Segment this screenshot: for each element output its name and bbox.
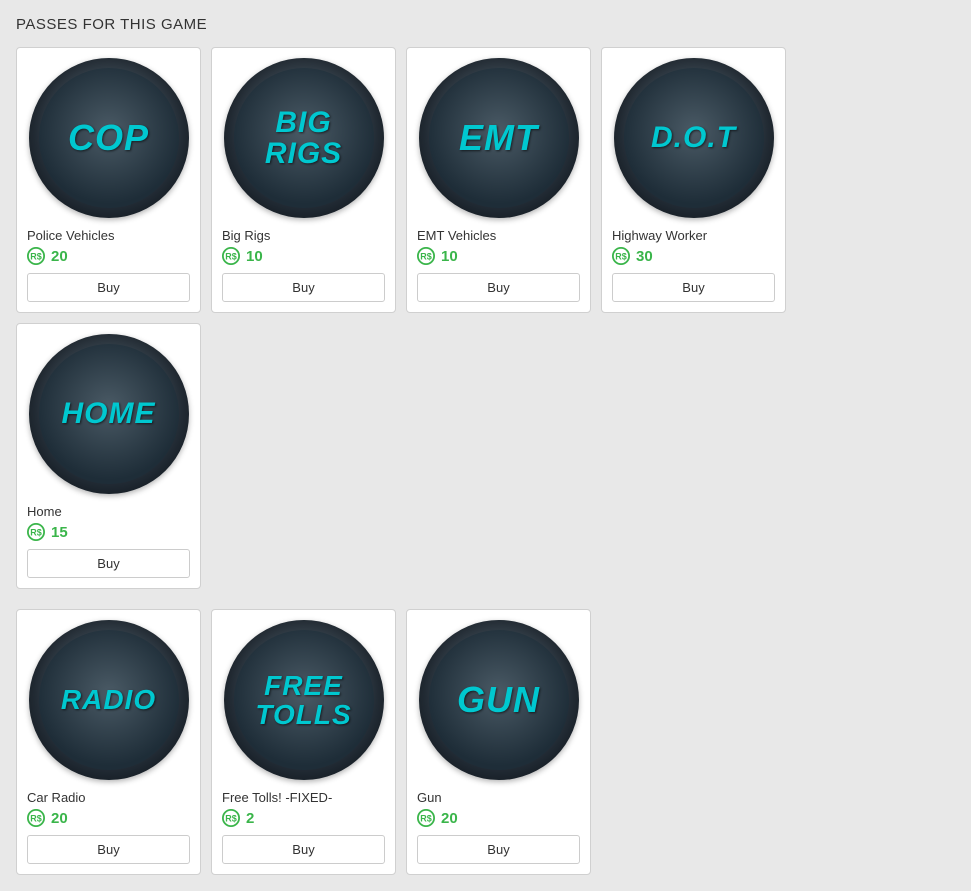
svg-text:R$: R$ <box>30 814 42 824</box>
buy-button-big-rigs[interactable]: Buy <box>222 273 385 302</box>
svg-text:R$: R$ <box>30 252 42 262</box>
svg-text:R$: R$ <box>420 814 432 824</box>
pass-icon-home: HOME <box>29 334 189 494</box>
pass-icon-free-tolls: FREE TOLLS <box>224 620 384 780</box>
buy-button-dot[interactable]: Buy <box>612 273 775 302</box>
pass-price-gun: 20 <box>441 810 458 827</box>
pass-price-cop: 20 <box>51 248 68 265</box>
pass-icon-label-big-rigs: BIG RIGS <box>234 107 374 170</box>
svg-text:R$: R$ <box>420 252 432 262</box>
pass-price-row-emt: R$ 10 <box>417 247 458 265</box>
pass-icon-emt: EMT <box>419 58 579 218</box>
robux-icon: R$ <box>417 809 435 827</box>
buy-button-home[interactable]: Buy <box>27 549 190 578</box>
buy-button-gun[interactable]: Buy <box>417 835 580 864</box>
pass-icon-gun: GUN <box>419 620 579 780</box>
pass-icon-car-radio: RADIO <box>29 620 189 780</box>
pass-price-home: 15 <box>51 524 68 541</box>
pass-name-emt: EMT Vehicles <box>417 228 496 243</box>
pass-name-cop: Police Vehicles <box>27 228 114 243</box>
robux-icon: R$ <box>612 247 630 265</box>
pass-price-free-tolls: 2 <box>246 810 254 827</box>
pass-card-car-radio: RADIO Car Radio R$ 20 Buy <box>16 609 201 875</box>
robux-icon: R$ <box>27 523 45 541</box>
pass-price-row-car-radio: R$ 20 <box>27 809 68 827</box>
pass-icon-label-free-tolls: FREE TOLLS <box>234 671 374 730</box>
pass-price-row-big-rigs: R$ 10 <box>222 247 263 265</box>
pass-card-emt: EMT EMT Vehicles R$ 10 Buy <box>406 47 591 313</box>
buy-button-emt[interactable]: Buy <box>417 273 580 302</box>
pass-icon-big-rigs: BIG RIGS <box>224 58 384 218</box>
pass-icon-label-cop: COP <box>68 119 149 157</box>
pass-price-row-dot: R$ 30 <box>612 247 653 265</box>
pass-card-cop: COP Police Vehicles R$ 20 Buy <box>16 47 201 313</box>
pass-price-row-free-tolls: R$ 2 <box>222 809 254 827</box>
pass-price-big-rigs: 10 <box>246 248 263 265</box>
pass-icon-label-dot: D.O.T <box>651 122 736 154</box>
pass-icon-label-emt: EMT <box>459 119 538 157</box>
passes-grid: COP Police Vehicles R$ 20 Buy BIG RIGS Big R… <box>16 47 955 875</box>
svg-text:R$: R$ <box>225 252 237 262</box>
buy-button-free-tolls[interactable]: Buy <box>222 835 385 864</box>
buy-button-car-radio[interactable]: Buy <box>27 835 190 864</box>
pass-icon-dot: D.O.T <box>614 58 774 218</box>
robux-icon: R$ <box>27 809 45 827</box>
robux-icon: R$ <box>27 247 45 265</box>
pass-name-car-radio: Car Radio <box>27 790 86 805</box>
svg-text:R$: R$ <box>30 528 42 538</box>
pass-icon-label-home: HOME <box>62 398 156 430</box>
robux-icon: R$ <box>222 809 240 827</box>
svg-text:R$: R$ <box>225 814 237 824</box>
pass-price-row-cop: R$ 20 <box>27 247 68 265</box>
pass-price-car-radio: 20 <box>51 810 68 827</box>
robux-icon: R$ <box>222 247 240 265</box>
pass-price-dot: 30 <box>636 248 653 265</box>
pass-icon-cop: COP <box>29 58 189 218</box>
robux-icon: R$ <box>417 247 435 265</box>
pass-icon-label-car-radio: RADIO <box>61 685 156 714</box>
page-title: PASSES FOR THIS GAME <box>16 16 955 33</box>
pass-name-home: Home <box>27 504 62 519</box>
pass-card-gun: GUN Gun R$ 20 Buy <box>406 609 591 875</box>
pass-price-emt: 10 <box>441 248 458 265</box>
pass-card-home: HOME Home R$ 15 Buy <box>16 323 201 589</box>
pass-icon-label-gun: GUN <box>457 681 540 719</box>
buy-button-cop[interactable]: Buy <box>27 273 190 302</box>
pass-name-dot: Highway Worker <box>612 228 707 243</box>
svg-text:R$: R$ <box>615 252 627 262</box>
pass-price-row-gun: R$ 20 <box>417 809 458 827</box>
pass-name-gun: Gun <box>417 790 442 805</box>
pass-card-big-rigs: BIG RIGS Big Rigs R$ 10 Buy <box>211 47 396 313</box>
pass-card-free-tolls: FREE TOLLS Free Tolls! -FIXED- R$ 2 Buy <box>211 609 396 875</box>
pass-price-row-home: R$ 15 <box>27 523 68 541</box>
pass-card-dot: D.O.T Highway Worker R$ 30 Buy <box>601 47 786 313</box>
pass-name-free-tolls: Free Tolls! -FIXED- <box>222 790 332 805</box>
pass-name-big-rigs: Big Rigs <box>222 228 270 243</box>
